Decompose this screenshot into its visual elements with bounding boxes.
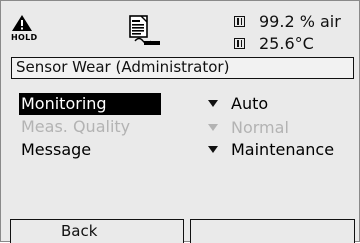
menu-item-label: Meas. Quality: [21, 117, 131, 136]
menu-item-meas-quality: Meas. Quality: [19, 116, 132, 138]
hold-warning-icon: [12, 15, 32, 31]
device-screen: HOLD 99.2 % air 25.6°C Sensor Wear (Admi…: [0, 0, 360, 243]
sensor-channel-icon: [234, 38, 245, 49]
dropdown-arrow-icon: [208, 124, 218, 131]
meas-quality-select: Normal: [208, 117, 289, 139]
hold-indicator: HOLD: [11, 14, 37, 44]
log-document-icon: [128, 15, 162, 47]
measurement-value: 25.6°C: [259, 34, 314, 53]
select-value: Normal: [231, 118, 289, 137]
softkey-back[interactable]: Back: [10, 219, 184, 243]
message-select[interactable]: Maintenance: [208, 139, 334, 161]
dropdown-arrow-icon: [208, 100, 218, 107]
softkey-right[interactable]: [190, 219, 355, 243]
page-title: Sensor Wear (Administrator): [11, 57, 354, 79]
measurement-oxygen: 99.2 % air: [234, 13, 341, 31]
dropdown-arrow-icon: [208, 146, 218, 153]
select-value: Maintenance: [231, 140, 335, 159]
menu-item-label: Message: [21, 140, 92, 159]
measurement-temperature: 25.6°C: [234, 35, 314, 53]
measurement-value: 99.2 % air: [259, 12, 341, 31]
select-value: Auto: [231, 94, 269, 113]
sensor-channel-icon: [234, 16, 245, 27]
menu-item-monitoring[interactable]: Monitoring: [19, 93, 161, 115]
menu-item-message[interactable]: Message: [19, 139, 93, 161]
hold-label: HOLD: [11, 33, 38, 42]
menu-item-label: Monitoring: [19, 93, 161, 115]
monitoring-select[interactable]: Auto: [208, 93, 268, 115]
